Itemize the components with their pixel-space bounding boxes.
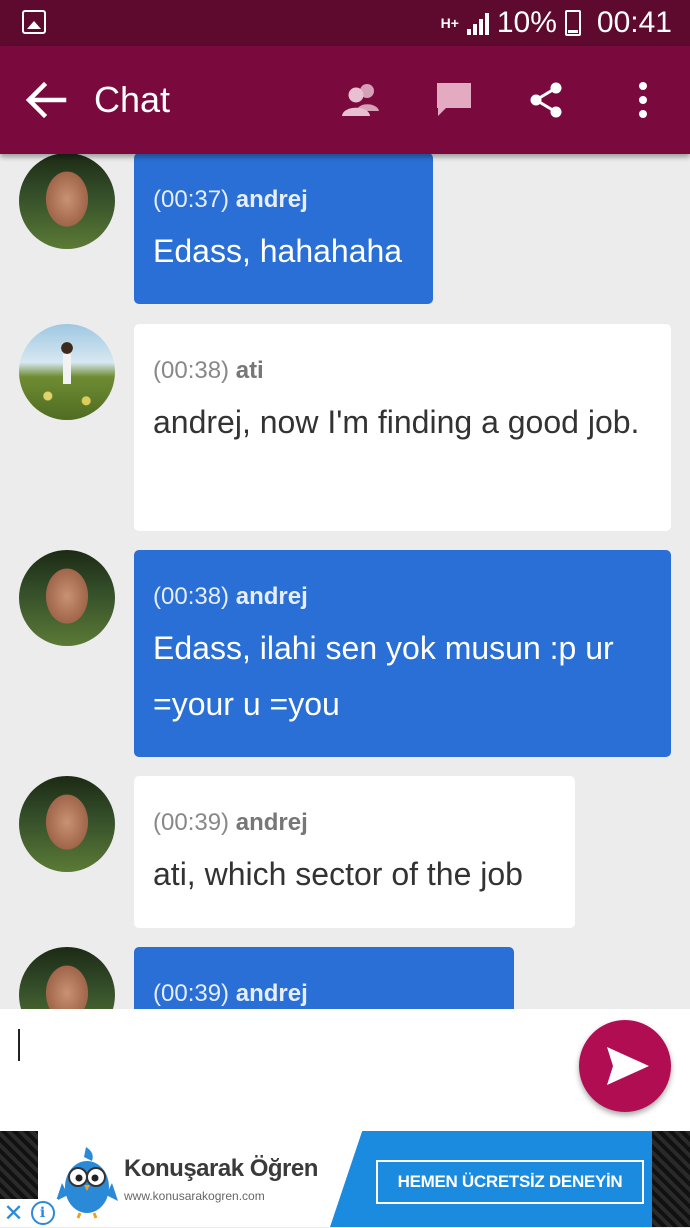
clock: 00:41 <box>596 6 672 39</box>
status-bar: H+ 10% 00:41 <box>0 0 690 46</box>
message-meta: (00:38) ati <box>153 354 652 388</box>
network-type-label: H+ <box>440 14 459 31</box>
info-icon[interactable]: i <box>30 1201 55 1225</box>
people-icon[interactable] <box>341 80 381 120</box>
message-author: andrej <box>235 583 308 610</box>
avatar[interactable] <box>19 947 115 1009</box>
message-bubble[interactable]: (00:39) andrej <box>134 947 514 1009</box>
message-bubble[interactable]: (00:37) andrej Edass, hahahaha <box>134 154 433 304</box>
share-icon[interactable] <box>527 80 567 120</box>
page-title: Chat <box>94 79 171 120</box>
message-list[interactable]: (00:37) andrej Edass, hahahaha (00:38) a… <box>0 154 690 1009</box>
avatar[interactable] <box>19 776 115 872</box>
arrow-left-icon[interactable] <box>24 80 68 120</box>
message-text: andrej, now I'm finding a good job. <box>153 404 640 440</box>
more-vertical-icon[interactable] <box>623 80 663 120</box>
message-meta: (00:37) andrej <box>153 183 414 217</box>
message-text: Edass, ilahi sen yok musun :p ur =your u… <box>153 630 614 722</box>
message-meta: (00:38) andrej <box>153 580 652 614</box>
signal-icon <box>466 11 489 35</box>
app-bar: Chat <box>0 46 690 154</box>
battery-percent: 10% <box>496 6 557 39</box>
ad-brand-name: Konuşarak Öğren <box>124 1155 318 1182</box>
message-meta: (00:39) andrej <box>153 977 495 1009</box>
ad-controls: ✕ i <box>0 1199 58 1227</box>
ad-url: www.konusarakogren.com <box>124 1189 265 1203</box>
message-text: Edass, hahahaha <box>153 233 403 269</box>
message-author: andrej <box>235 980 308 1007</box>
message-bubble[interactable]: (00:38) andrej Edass, ilahi sen yok musu… <box>134 550 671 757</box>
chat-bubble-icon[interactable] <box>434 80 474 120</box>
message-author: andrej <box>235 186 308 213</box>
ad-cta-button[interactable]: HEMEN ÜCRETSİZ DENEYİN <box>376 1160 644 1204</box>
text-cursor <box>18 1029 20 1061</box>
close-icon[interactable]: ✕ <box>3 1199 23 1228</box>
message-author: ati <box>235 357 264 384</box>
battery-icon <box>564 10 581 36</box>
message-time: (00:38) <box>153 357 230 384</box>
message-time: (00:38) <box>153 583 230 610</box>
message-author: andrej <box>235 809 308 836</box>
avatar[interactable] <box>19 154 115 249</box>
message-text: ati, which sector of the job <box>153 856 523 892</box>
send-icon <box>607 1047 649 1085</box>
avatar[interactable] <box>19 324 115 420</box>
ad-banner[interactable]: Konuşarak Öğren www.konusarakogren.com H… <box>0 1131 690 1227</box>
network-type: H+ <box>440 14 459 31</box>
message-time: (00:39) <box>153 809 230 836</box>
message-bubble[interactable]: (00:39) andrej ati, which sector of the … <box>134 776 575 928</box>
ad-cta-label: HEMEN ÜCRETSİZ DENEYİN <box>397 1172 623 1191</box>
message-time: (00:39) <box>153 980 230 1007</box>
gallery-icon <box>22 10 46 34</box>
owl-logo-icon <box>56 1147 118 1219</box>
message-bubble[interactable]: (00:38) ati andrej, now I'm finding a go… <box>134 324 671 531</box>
message-time: (00:37) <box>153 186 230 213</box>
message-meta: (00:39) andrej <box>153 806 556 840</box>
avatar[interactable] <box>19 550 115 646</box>
status-indicators: H+ 10% 00:41 <box>441 0 672 46</box>
send-button[interactable] <box>579 1020 671 1112</box>
